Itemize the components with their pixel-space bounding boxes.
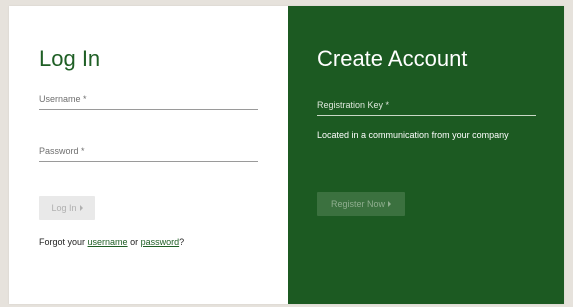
login-panel: Log In Username * Password * Log In Forg… <box>9 6 288 304</box>
username-label: Username * <box>39 94 87 104</box>
forgot-username-link[interactable]: username <box>88 237 128 247</box>
registration-key-label: Registration Key * <box>317 100 390 110</box>
password-input-underline[interactable] <box>39 161 258 162</box>
forgot-credentials-text: Forgot your username or password? <box>39 238 184 247</box>
login-button[interactable]: Log In <box>39 196 95 220</box>
caret-right-icon <box>388 201 392 207</box>
create-account-title: Create Account <box>317 46 468 71</box>
login-button-label: Log In <box>51 203 77 213</box>
username-field[interactable]: Username * <box>39 95 258 110</box>
registration-key-input-underline[interactable] <box>317 115 536 116</box>
username-input-underline[interactable] <box>39 109 258 110</box>
register-button-label: Register Now <box>330 199 386 209</box>
create-account-panel: Create Account Registration Key * Locate… <box>288 6 564 304</box>
auth-card: Log In Username * Password * Log In Forg… <box>9 6 564 304</box>
register-now-button[interactable]: Register Now <box>317 192 405 216</box>
caret-right-icon <box>79 205 83 211</box>
forgot-prefix: Forgot your <box>39 237 88 247</box>
password-label: Password * <box>39 146 85 156</box>
login-title: Log In <box>39 46 101 71</box>
password-field[interactable]: Password * <box>39 147 258 162</box>
registration-key-hint: Located in a communication from your com… <box>317 130 509 140</box>
forgot-password-link[interactable]: password <box>141 237 180 247</box>
forgot-suffix: ? <box>179 237 185 247</box>
forgot-middle: or <box>127 237 141 247</box>
registration-key-field[interactable]: Registration Key * <box>317 101 536 116</box>
